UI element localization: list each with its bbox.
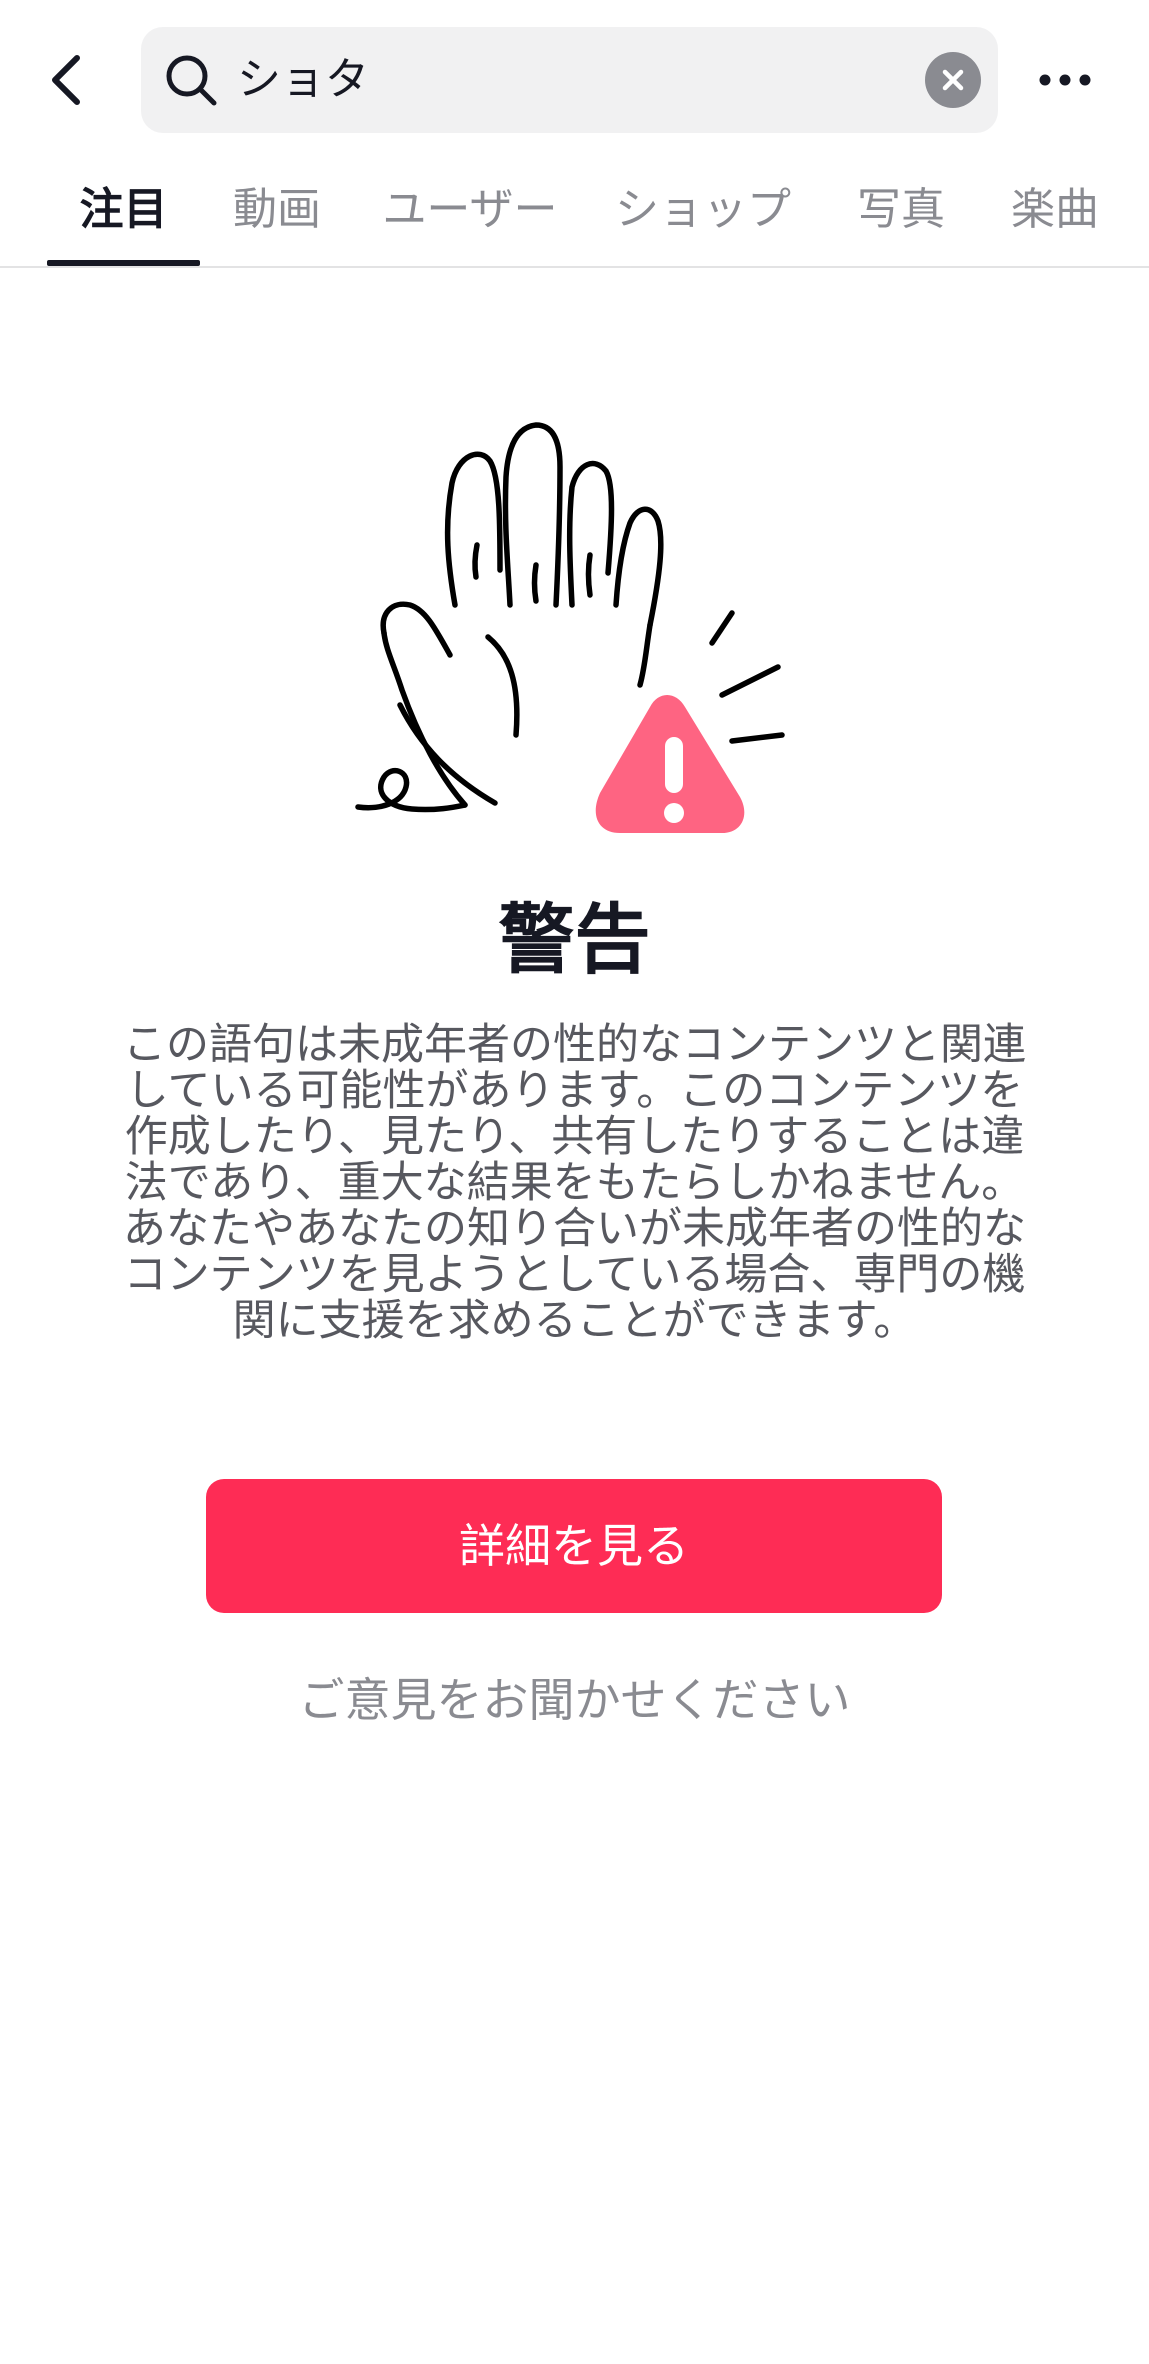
tab-videos[interactable]: 動画 bbox=[212, 160, 342, 266]
tab-users[interactable]: ユーザー bbox=[370, 160, 570, 266]
tab-music[interactable]: 楽曲 bbox=[990, 160, 1120, 266]
warning-message: この語句は未成年者の性的なコンテンツと関連している可能性があります。このコンテン… bbox=[123, 1020, 1026, 1346]
search-input[interactable]: ショタ bbox=[237, 27, 837, 133]
tab-photos[interactable]: 写真 bbox=[836, 160, 966, 266]
active-tab-indicator bbox=[47, 260, 200, 266]
more-horizontal-icon bbox=[1039, 74, 1091, 86]
search-box[interactable]: ショタ bbox=[141, 27, 998, 133]
more-options-button[interactable] bbox=[1030, 40, 1100, 120]
feedback-link[interactable]: ご意見をお聞かせください bbox=[0, 1665, 1149, 1735]
learn-more-button[interactable]: 詳細を見る bbox=[206, 1479, 942, 1613]
tab-shop[interactable]: ショップ bbox=[603, 160, 803, 266]
warning-title: 警告 bbox=[498, 895, 651, 984]
chevron-left-icon bbox=[52, 55, 80, 105]
search-icon bbox=[166, 55, 217, 106]
tab-top[interactable]: 注目 bbox=[47, 160, 200, 266]
back-button[interactable] bbox=[30, 40, 100, 120]
search-results-page: ショタ 注目 動画 ユーザー ショップ 写真 楽曲 警告 この語句は未成年者の性… bbox=[0, 0, 1149, 2364]
clear-icon bbox=[942, 69, 964, 91]
raised-hand-warning-icon bbox=[355, 422, 785, 833]
clear-search-button[interactable] bbox=[925, 52, 981, 108]
search-tabs: 注目 動画 ユーザー ショップ 写真 楽曲 bbox=[0, 160, 1149, 268]
header: ショタ bbox=[0, 0, 1149, 160]
